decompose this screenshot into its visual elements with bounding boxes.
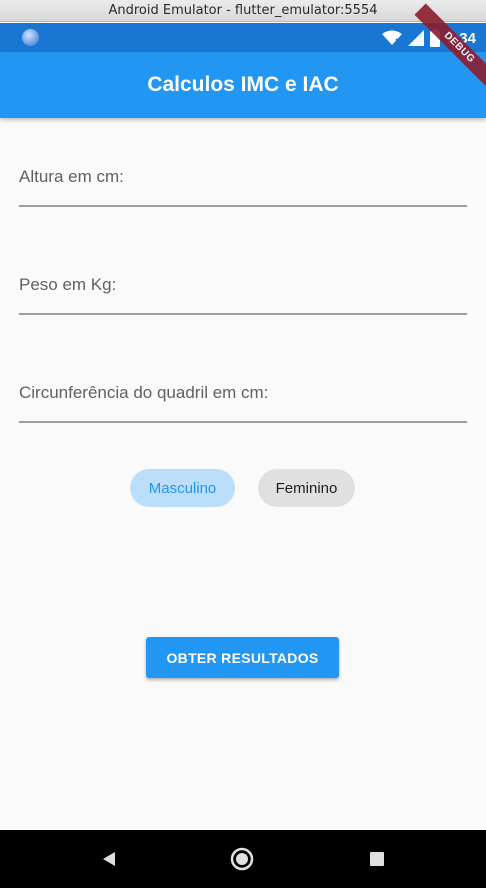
recents-icon[interactable] [364, 846, 390, 872]
back-icon[interactable] [96, 846, 122, 872]
male-label: Masculino [148, 479, 217, 497]
wifi-icon [381, 30, 402, 45]
gender-male-chip[interactable]: Masculino [130, 469, 235, 507]
status-bar: 7:34 [0, 23, 486, 52]
hip-field[interactable]: Circunferência do quadril em cm: [19, 363, 467, 423]
notification-icon [22, 29, 39, 46]
female-label: Feminino [275, 479, 338, 497]
window-title: Android Emulator - flutter_emulator:5554 [108, 3, 378, 18]
navigation-bar [0, 830, 486, 888]
get-results-button[interactable]: OBTER RESULTADOS [146, 637, 339, 678]
app-bar: Calculos IMC e IAC [0, 52, 486, 118]
height-input[interactable] [19, 175, 467, 205]
home-icon[interactable] [229, 846, 255, 872]
hip-input[interactable] [19, 391, 467, 421]
height-field[interactable]: Altura em cm: [19, 147, 467, 207]
weight-input[interactable] [19, 283, 467, 313]
window-titlebar: Android Emulator - flutter_emulator:5554 [0, 0, 486, 22]
signal-icon [407, 30, 424, 46]
weight-field[interactable]: Peso em Kg: [19, 255, 467, 315]
gender-female-chip[interactable]: Feminino [258, 469, 355, 507]
app-title: Calculos IMC e IAC [147, 73, 339, 96]
